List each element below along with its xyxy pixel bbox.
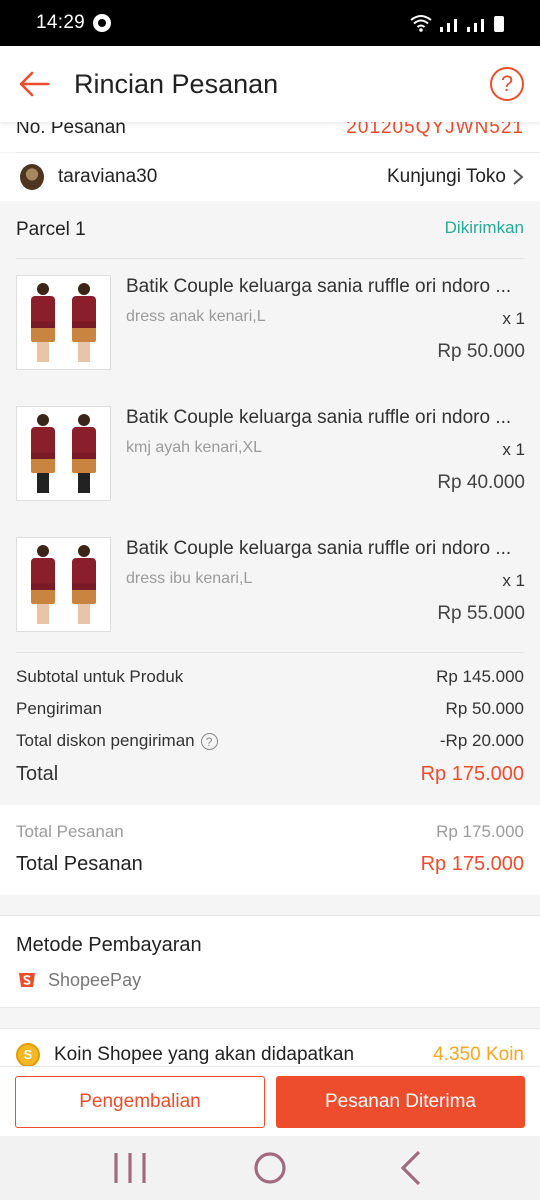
order-received-button[interactable]: Pesanan Diterima [276, 1075, 525, 1128]
product-figure [71, 544, 96, 625]
wifi-icon [410, 15, 432, 32]
product-item[interactable]: Batik Couple keluarga sania ruffle ori n… [16, 259, 525, 390]
shipping-label: Pengiriman [16, 699, 102, 718]
product-price: Rp 50.000 [437, 341, 525, 362]
visit-shop-link[interactable]: Kunjungi Toko [387, 166, 524, 188]
parcel-header: Parcel 1 Dikirimkan [16, 201, 524, 259]
shipping-discount-label: Total diskon pengiriman [16, 731, 195, 750]
product-figure [71, 282, 96, 363]
nav-back-icon [400, 1150, 421, 1186]
shipping-discount-value: -Rp 20.000 [439, 731, 524, 750]
subtotal-row: Subtotal untuk Produk Rp 145.000 [16, 661, 524, 693]
product-variant: kmj ayah kenari,XL [126, 439, 263, 456]
back-button[interactable] [14, 64, 54, 104]
chevron-right-icon [513, 169, 524, 185]
payment-method-section[interactable]: Metode Pembayaran ShopeePay [0, 915, 540, 1008]
shipping-row: Pengiriman Rp 50.000 [16, 693, 524, 725]
total-row: Total Rp 175.000 [16, 757, 524, 791]
order-total-value: Rp 175.000 [436, 822, 524, 841]
question-circle-icon: ? [500, 71, 514, 96]
arrow-left-icon [19, 71, 50, 97]
product-figure [31, 413, 56, 494]
product-info: Batik Couple keluarga sania ruffle ori n… [111, 406, 525, 521]
payment-method-name: ShopeePay [48, 969, 142, 990]
app-header: Rincian Pesanan ? [0, 46, 540, 122]
order-total-row: Total Pesanan Rp 175.000 [16, 817, 524, 847]
nav-back-button[interactable] [380, 1148, 440, 1188]
shop-row[interactable]: taraviana30 Kunjungi Toko [0, 153, 540, 201]
coins-label: Koin Shopee yang akan didapatkan [54, 1043, 355, 1065]
home-button[interactable] [240, 1148, 300, 1188]
product-variant: dress ibu kenari,L [126, 570, 253, 587]
signal-bar [474, 23, 477, 32]
price-summary: Subtotal untuk Produk Rp 145.000 Pengiri… [16, 652, 524, 805]
question-circle-icon[interactable]: ? [200, 733, 218, 751]
product-figure [31, 544, 56, 625]
coins-value: 4.350 Koin [433, 1043, 524, 1065]
product-thumbnail [16, 406, 111, 501]
system-nav-bar [0, 1136, 540, 1200]
shopeepay-icon [16, 969, 38, 991]
product-name: Batik Couple keluarga sania ruffle ori n… [126, 538, 512, 559]
visit-shop-label: Kunjungi Toko [386, 166, 506, 187]
product-thumbnail [16, 537, 111, 632]
order-total-label: Total Pesanan [16, 822, 124, 841]
status-icons [410, 14, 504, 32]
parcel-section: Parcel 1 Dikirimkan Batik Couple keluarg… [0, 201, 540, 805]
shipping-discount-row: Total diskon pengiriman? -Rp 20.000 [16, 725, 524, 757]
order-total-section: Total Pesanan Rp 175.000 Total Pesanan R… [0, 805, 540, 895]
whatsapp-icon [93, 14, 112, 32]
product-figure [31, 282, 56, 363]
coin-icon: S [16, 1042, 40, 1067]
action-bar: Pengembalian Pesanan Diterima [0, 1066, 540, 1136]
shop-avatar [20, 164, 44, 190]
return-button[interactable]: Pengembalian [15, 1075, 265, 1128]
product-name: Batik Couple keluarga sania ruffle ori n… [126, 407, 512, 428]
recent-apps-button[interactable] [100, 1148, 160, 1188]
product-quantity: x 1 [502, 571, 525, 590]
total-label: Total [16, 762, 59, 785]
parcel-title: Parcel 1 [16, 218, 86, 240]
product-variant: dress anak kenari,L [126, 308, 266, 325]
subtotal-value: Rp 145.000 [436, 667, 524, 686]
product-info: Batik Couple keluarga sania ruffle ori n… [111, 275, 525, 390]
signal-2-icon [467, 27, 470, 32]
subtotal-label: Subtotal untuk Produk [16, 667, 184, 686]
order-total-label: Total Pesanan [16, 852, 143, 875]
page-title: Rincian Pesanan [74, 68, 279, 99]
signal-bar [454, 19, 457, 32]
status-time: 14:29 [36, 12, 86, 33]
battery-icon [494, 16, 504, 32]
signal-icon [440, 27, 443, 32]
product-quantity: x 1 [502, 309, 525, 328]
product-info: Batik Couple keluarga sania ruffle ori n… [111, 537, 525, 652]
order-detail-content: No. Pesanan 201205QYJWN521 taraviana30 K… [0, 104, 540, 1080]
product-item[interactable]: Batik Couple keluarga sania ruffle ori n… [16, 390, 525, 521]
help-button[interactable]: ? [490, 67, 524, 101]
shipping-value: Rp 50.000 [445, 699, 524, 718]
status-bar: 14:29 [0, 0, 540, 46]
home-icon [254, 1152, 286, 1184]
product-figure [71, 413, 96, 494]
order-total-value: Rp 175.000 [420, 852, 524, 875]
shop-name: taraviana30 [58, 166, 158, 187]
signal-bar [481, 19, 484, 32]
product-thumbnail [16, 275, 111, 370]
recent-apps-icon [114, 1153, 146, 1183]
payment-method: ShopeePay [16, 969, 524, 991]
product-quantity: x 1 [502, 440, 525, 459]
shipping-discount-label-group: Total diskon pengiriman? [16, 731, 218, 751]
parcel-status: Dikirimkan [444, 217, 524, 237]
signal-bar [447, 23, 450, 32]
product-name: Batik Couple keluarga sania ruffle ori n… [126, 276, 512, 297]
product-item[interactable]: Batik Couple keluarga sania ruffle ori n… [16, 521, 525, 652]
order-total-row: Total Pesanan Rp 175.000 [16, 847, 524, 881]
total-value: Rp 175.000 [420, 762, 524, 785]
product-price: Rp 40.000 [437, 472, 525, 493]
product-price: Rp 55.000 [437, 603, 525, 624]
payment-method-title: Metode Pembayaran [16, 934, 202, 956]
